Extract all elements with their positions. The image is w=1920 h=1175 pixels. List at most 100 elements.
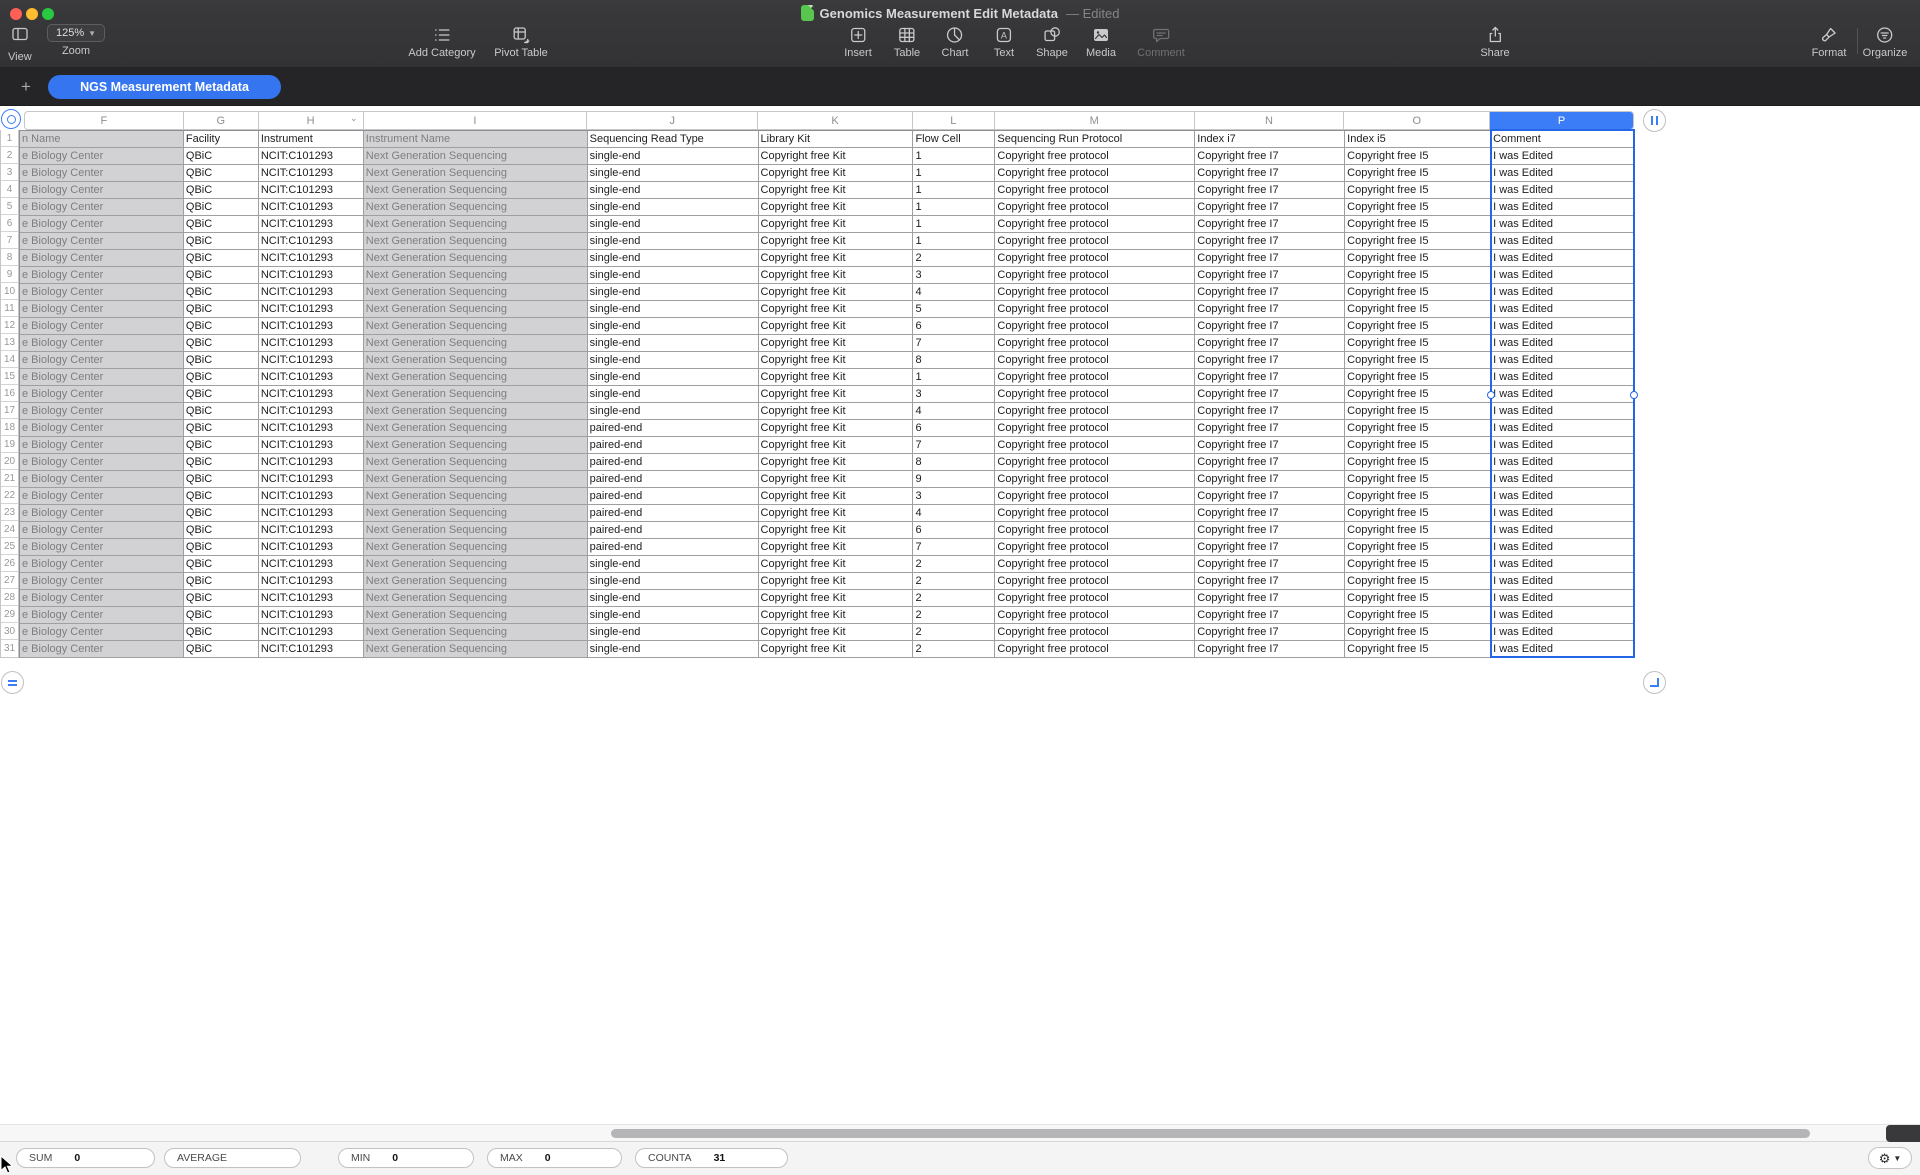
cell[interactable]: Copyright free I5: [1345, 165, 1491, 182]
column-header-H[interactable]: H⌄: [259, 112, 364, 129]
cell[interactable]: QBiC: [184, 148, 259, 165]
cell[interactable]: Copyright free I5: [1345, 318, 1491, 335]
cell[interactable]: Copyright free protocol: [995, 488, 1195, 505]
cell[interactable]: 1: [913, 148, 995, 165]
cell[interactable]: Next Generation Sequencing: [364, 148, 588, 165]
cell[interactable]: Copyright free Kit: [759, 505, 914, 522]
add-row-control[interactable]: [1, 671, 24, 694]
cell[interactable]: single-end: [588, 369, 759, 386]
cell[interactable]: 4: [913, 284, 995, 301]
cell[interactable]: Copyright free I5: [1345, 573, 1491, 590]
cell[interactable]: I was Edited: [1491, 165, 1634, 182]
cell[interactable]: e Biology Center: [20, 250, 184, 267]
cell[interactable]: Copyright free I7: [1195, 420, 1345, 437]
cell[interactable]: 2: [913, 590, 995, 607]
cell[interactable]: e Biology Center: [20, 148, 184, 165]
row-number[interactable]: 16: [1, 385, 18, 402]
media-button[interactable]: Media: [1086, 24, 1116, 59]
row-number[interactable]: 25: [1, 538, 18, 555]
cell[interactable]: Copyright free I5: [1345, 437, 1491, 454]
cell[interactable]: NCIT:C101293: [259, 148, 364, 165]
cell[interactable]: Copyright free I5: [1345, 369, 1491, 386]
column-header-M[interactable]: M: [995, 112, 1195, 129]
column-header-O[interactable]: O: [1344, 112, 1490, 129]
cell[interactable]: Copyright free I7: [1195, 165, 1345, 182]
row-number[interactable]: 20: [1, 453, 18, 470]
horizontal-scrollbar[interactable]: [0, 1124, 1920, 1142]
cell[interactable]: Copyright free Kit: [759, 522, 914, 539]
cell[interactable]: Next Generation Sequencing: [364, 267, 588, 284]
cell[interactable]: e Biology Center: [20, 641, 184, 658]
cell[interactable]: Copyright free I7: [1195, 352, 1345, 369]
cell[interactable]: Copyright free I5: [1345, 471, 1491, 488]
cell[interactable]: Next Generation Sequencing: [364, 522, 588, 539]
cell[interactable]: 7: [913, 335, 995, 352]
cell[interactable]: NCIT:C101293: [259, 199, 364, 216]
cell[interactable]: Next Generation Sequencing: [364, 488, 588, 505]
row-number[interactable]: 26: [1, 555, 18, 572]
cell[interactable]: QBiC: [184, 522, 259, 539]
cell[interactable]: 8: [913, 454, 995, 471]
cell[interactable]: Next Generation Sequencing: [364, 641, 588, 658]
cell[interactable]: e Biology Center: [20, 437, 184, 454]
cell[interactable]: 1: [913, 165, 995, 182]
cell[interactable]: e Biology Center: [20, 199, 184, 216]
cell[interactable]: single-end: [588, 199, 759, 216]
cell[interactable]: single-end: [588, 233, 759, 250]
row-number[interactable]: 11: [1, 300, 18, 317]
cell[interactable]: single-end: [588, 318, 759, 335]
cell[interactable]: NCIT:C101293: [259, 471, 364, 488]
cell[interactable]: Next Generation Sequencing: [364, 301, 588, 318]
cell[interactable]: Copyright free protocol: [995, 386, 1195, 403]
cell[interactable]: Next Generation Sequencing: [364, 437, 588, 454]
cell[interactable]: Copyright free protocol: [995, 148, 1195, 165]
cell[interactable]: Copyright free I5: [1345, 250, 1491, 267]
cell[interactable]: Copyright free I7: [1195, 471, 1345, 488]
row-number[interactable]: 31: [1, 640, 18, 657]
cell[interactable]: 1: [913, 369, 995, 386]
cell[interactable]: Copyright free Kit: [759, 488, 914, 505]
cell[interactable]: 2: [913, 556, 995, 573]
cell[interactable]: I was Edited: [1491, 233, 1634, 250]
cell[interactable]: I was Edited: [1491, 284, 1634, 301]
row-number[interactable]: 19: [1, 436, 18, 453]
row-number[interactable]: 18: [1, 419, 18, 436]
view-button[interactable]: View: [8, 24, 32, 63]
cell[interactable]: Copyright free I7: [1195, 199, 1345, 216]
cell[interactable]: Copyright free I7: [1195, 573, 1345, 590]
cell[interactable]: Copyright free I7: [1195, 148, 1345, 165]
cell[interactable]: 2: [913, 573, 995, 590]
cell[interactable]: Copyright free I7: [1195, 284, 1345, 301]
cell[interactable]: Copyright free I5: [1345, 284, 1491, 301]
cell[interactable]: QBiC: [184, 590, 259, 607]
cell[interactable]: I was Edited: [1491, 386, 1634, 403]
cell[interactable]: Next Generation Sequencing: [364, 199, 588, 216]
cell[interactable]: Copyright free protocol: [995, 318, 1195, 335]
cell[interactable]: 9: [913, 471, 995, 488]
cell[interactable]: Copyright free Kit: [759, 607, 914, 624]
counta-pill[interactable]: COUNTA 31: [635, 1148, 788, 1168]
cell[interactable]: QBiC: [184, 165, 259, 182]
cell[interactable]: Copyright free I5: [1345, 607, 1491, 624]
cell[interactable]: Copyright free I7: [1195, 267, 1345, 284]
cell[interactable]: 5: [913, 301, 995, 318]
row-number[interactable]: 13: [1, 334, 18, 351]
cell[interactable]: I was Edited: [1491, 182, 1634, 199]
cell[interactable]: I was Edited: [1491, 318, 1634, 335]
cell[interactable]: single-end: [588, 267, 759, 284]
cell[interactable]: Copyright free protocol: [995, 267, 1195, 284]
cell[interactable]: I was Edited: [1491, 437, 1634, 454]
cell[interactable]: Next Generation Sequencing: [364, 165, 588, 182]
row-number[interactable]: 17: [1, 402, 18, 419]
column-header-G[interactable]: G: [184, 112, 259, 129]
column-header-P[interactable]: P: [1490, 112, 1633, 129]
cell[interactable]: Next Generation Sequencing: [364, 386, 588, 403]
column-header-I[interactable]: I: [364, 112, 588, 129]
cell[interactable]: Next Generation Sequencing: [364, 403, 588, 420]
cell[interactable]: NCIT:C101293: [259, 641, 364, 658]
cell[interactable]: Copyright free I7: [1195, 539, 1345, 556]
row-number[interactable]: 27: [1, 572, 18, 589]
cell[interactable]: I was Edited: [1491, 607, 1634, 624]
cell[interactable]: QBiC: [184, 539, 259, 556]
cell[interactable]: e Biology Center: [20, 216, 184, 233]
